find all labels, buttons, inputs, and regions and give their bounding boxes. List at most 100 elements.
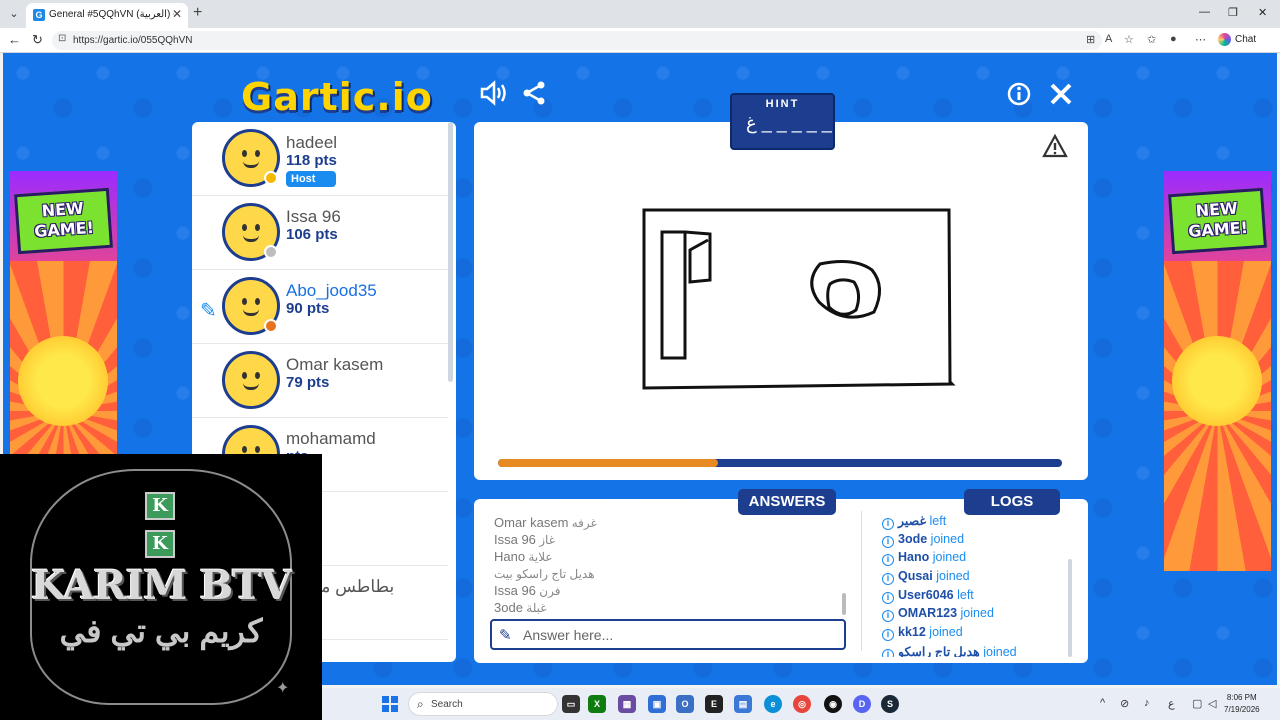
minimize-icon[interactable]: — — [1199, 6, 1210, 18]
sparkle-icon: ✦ — [276, 680, 290, 697]
drawing-canvas[interactable] — [474, 122, 1088, 480]
taskbar-clock[interactable]: 8:06 PM 7/19/2026 — [1224, 692, 1260, 716]
display-icon[interactable]: ▢ — [1192, 697, 1202, 710]
discord-icon[interactable]: D — [853, 695, 871, 713]
more-icon[interactable]: ⋯ — [1195, 33, 1206, 46]
log-row: i User6046 left — [882, 588, 1072, 607]
gartic-logo[interactable]: Gartic.io — [241, 75, 433, 119]
sound-icon[interactable] — [479, 80, 507, 113]
windows-taskbar: ⌕ Search ▭ X ▦ ▣ O E ▤ e ◎ ◉ D S ^ ⊘ ♪ ع… — [322, 688, 1280, 720]
answer-text: هديل تاج راسكو بيت — [494, 567, 595, 581]
round-timer-fill — [498, 459, 718, 467]
taskbar-search[interactable]: ⌕ Search — [408, 692, 558, 716]
log-user: kk12 — [898, 625, 926, 640]
tray-chevron-icon[interactable]: ^ — [1100, 697, 1105, 709]
tab-list-icon[interactable]: ⌄ — [6, 6, 22, 22]
info-icon: i — [882, 629, 894, 642]
avatar — [222, 351, 280, 409]
player-list-scrollbar[interactable] — [448, 122, 453, 382]
log-user: 3ode — [898, 531, 928, 546]
chat-label: Chat — [1235, 34, 1257, 46]
app-available-icon[interactable]: ⊞ — [1086, 33, 1095, 46]
tab-logs[interactable]: LOGS — [964, 489, 1060, 515]
info-icon[interactable] — [1007, 82, 1031, 113]
face-icon — [240, 150, 262, 168]
answer-row: Issa 96 فرن — [494, 583, 834, 600]
log-user: User6046 — [898, 587, 954, 602]
info-icon: i — [882, 573, 894, 586]
favorite-icon[interactable]: ☆ — [1124, 33, 1134, 46]
answer-row: Issa 96 غاز — [494, 532, 834, 549]
mic-icon[interactable]: ♪ — [1144, 697, 1150, 709]
panel-divider — [861, 511, 862, 651]
watermark-title: KARIM BTV — [31, 562, 292, 609]
log-row: i OMAR123 joined — [882, 606, 1072, 625]
back-icon[interactable]: ← — [8, 32, 21, 47]
new-tab-icon[interactable]: + — [193, 4, 202, 22]
exit-icon[interactable] — [1049, 82, 1073, 113]
player-row[interactable]: hadeel 118 pts Host — [192, 122, 448, 196]
answers-list: Omar kasem غرفه Issa 96 غاز Hano علاية هدي… — [494, 515, 834, 615]
info-icon: i — [882, 554, 894, 567]
xbox-icon[interactable]: X — [588, 695, 606, 713]
answer-row: 3ode غبلة — [494, 600, 834, 615]
edge-icon[interactable]: e — [764, 695, 782, 713]
task-view-icon[interactable]: ▭ — [562, 695, 580, 713]
player-points: 79 pts — [286, 374, 330, 391]
search-icon: ⌕ — [417, 697, 424, 711]
answer-text: فرن — [539, 584, 561, 598]
host-badge: Host — [286, 171, 336, 187]
restore-icon[interactable]: ❐ — [1228, 6, 1238, 19]
window-close-icon[interactable]: ✕ — [1258, 6, 1267, 19]
clock-date: 7/19/2026 — [1224, 705, 1260, 714]
favorites-icon[interactable]: ✩ — [1147, 33, 1156, 46]
language-icon[interactable]: ع — [1168, 697, 1175, 710]
site-info-icon[interactable]: ⊡ — [58, 33, 66, 44]
outlook-icon[interactable]: O — [676, 695, 694, 713]
new-game-banner-right[interactable]: NEW GAME! — [1164, 171, 1271, 571]
answer-user: Hano — [494, 549, 526, 564]
logs-list: i غصير left i 3ode joined i Hano joined i Qusai… — [882, 513, 1072, 657]
hint-box: HINT غ _ _ _ _ _ — [730, 93, 835, 150]
app-icon[interactable]: ▦ — [618, 695, 636, 713]
info-icon: i — [882, 518, 894, 530]
logs-scrollbar[interactable] — [1068, 559, 1072, 657]
tab-title: General #5QQhVN (العربية) - Gartic.io — [49, 9, 174, 20]
store-icon[interactable]: ▣ — [648, 695, 666, 713]
browser-tab[interactable]: G General #5QQhVN (العربية) - Gartic.io … — [26, 3, 188, 28]
player-row[interactable]: Issa 96 106 pts — [192, 196, 448, 270]
sun-icon — [18, 336, 108, 426]
log-user: غصير — [898, 514, 927, 528]
status-dot — [264, 171, 278, 185]
profile-icon[interactable]: ● — [1170, 33, 1177, 45]
chrome-icon[interactable]: ◎ — [793, 695, 811, 713]
answer-user: 3ode — [494, 600, 523, 615]
player-row[interactable]: ✎ Abo_jood35 90 pts — [192, 270, 448, 344]
copilot-chat-button[interactable]: Chat — [1218, 33, 1256, 46]
log-action: joined — [929, 625, 963, 640]
epic-games-icon[interactable]: E — [705, 695, 723, 713]
answer-user: Issa 96 — [494, 583, 536, 598]
log-row: i غصير left — [882, 513, 1072, 532]
log-action: joined — [936, 569, 970, 584]
share-icon[interactable] — [522, 81, 546, 112]
url-field[interactable]: ⊡ https://gartic.io/055QQhVN — [52, 31, 1102, 50]
answers-scrollbar[interactable] — [842, 593, 846, 615]
answer-input[interactable]: ✎ Answer here... — [490, 619, 846, 650]
refresh-icon[interactable]: ↻ — [32, 32, 43, 48]
round-timer-bar — [498, 459, 1062, 467]
player-name: Abo_jood35 — [286, 281, 377, 300]
app-icon[interactable]: ◉ — [824, 695, 842, 713]
windows-start-icon[interactable] — [382, 696, 398, 712]
tab-close-icon[interactable]: ✕ — [172, 7, 182, 21]
explorer-icon[interactable]: ▤ — [734, 695, 752, 713]
volume-icon[interactable]: ◁ — [1208, 697, 1216, 710]
k-emblem-bottom: K — [145, 530, 175, 558]
tab-answers[interactable]: ANSWERS — [738, 489, 836, 515]
browser-tab-bar: ⌄ G General #5QQhVN (العربية) - Gartic.i… — [0, 0, 1280, 28]
network-icon[interactable]: ⊘ — [1120, 697, 1129, 710]
player-row[interactable]: Omar kasem 79 pts — [192, 344, 448, 418]
steam-icon[interactable]: S — [881, 695, 899, 713]
answer-text: غرفه — [571, 516, 597, 530]
read-aloud-icon[interactable]: A — [1105, 33, 1112, 45]
